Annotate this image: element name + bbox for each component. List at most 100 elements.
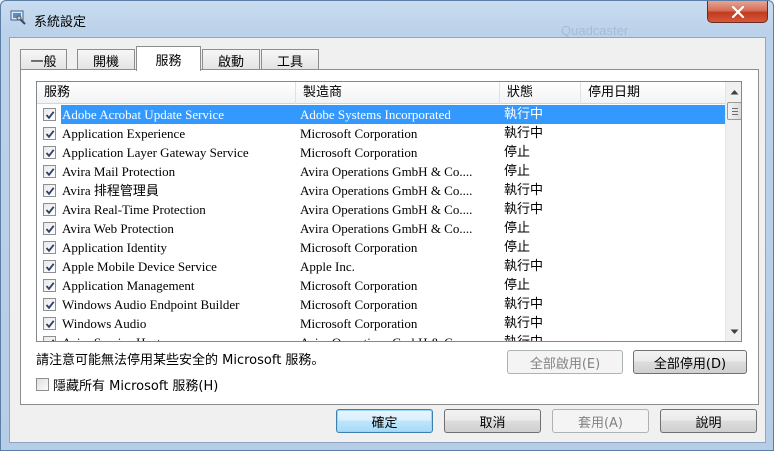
dialog-client-area: 一般 開機 服務 啟動 工具 一般 服務 製造商 狀態 停用日期 Adobe A… — [9, 37, 766, 443]
service-checkbox[interactable] — [43, 127, 56, 140]
table-row[interactable]: Application Management Microsoft Corporat… — [37, 276, 725, 295]
disable-all-button[interactable]: 全部停用(D) — [633, 350, 747, 374]
table-row[interactable]: Avira Mail Protection Avira Operations Gm… — [37, 162, 725, 181]
table-row[interactable]: Avira Web Protection Avira Operations Gmb… — [37, 219, 725, 238]
service-name: Application Experience — [62, 126, 186, 141]
tab-tools[interactable]: 工具 — [261, 49, 319, 70]
checkmark-icon — [45, 224, 54, 233]
service-manufacturer: Microsoft Corporation — [300, 278, 418, 293]
service-status: 執行中 — [504, 202, 544, 217]
table-row[interactable]: Apple Mobile Device Service Apple Inc. 執行中 — [37, 257, 725, 276]
checkmark-icon — [45, 205, 54, 214]
service-manufacturer: Microsoft Corporation — [300, 126, 418, 141]
services-panel: 服務 製造商 狀態 停用日期 Adobe Acrobat Update Serv… — [20, 69, 759, 405]
checkmark-icon — [45, 300, 54, 309]
scroll-down-button[interactable] — [726, 323, 741, 340]
service-checkbox[interactable] — [43, 241, 56, 254]
grip-line — [732, 108, 738, 109]
service-checkbox[interactable] — [43, 279, 56, 292]
window-title: 系統設定 — [34, 15, 87, 30]
vertical-scrollbar[interactable] — [725, 82, 741, 341]
hide-ms-label: 隱藏所有 Microsoft 服務(H) — [53, 379, 219, 394]
table-row[interactable]: Adobe Acrobat Update Service Adobe System… — [37, 105, 725, 124]
service-checkbox[interactable] — [43, 317, 56, 330]
service-name: Avira 排程管理員 — [62, 183, 159, 198]
service-manufacturer: Avira Operations GmbH & Co.... — [300, 221, 473, 236]
service-name: Windows Audio — [62, 316, 147, 331]
service-manufacturer: Adobe Systems Incorporated — [300, 107, 451, 122]
service-manufacturer: Microsoft Corporation — [300, 240, 418, 255]
service-checkbox[interactable] — [43, 146, 56, 159]
ok-button[interactable]: 確定 — [336, 409, 433, 433]
service-status: 停止 — [504, 221, 531, 236]
service-name: Avira Service Host — [61, 333, 297, 341]
checkmark-icon — [45, 186, 54, 195]
enable-all-button[interactable]: 全部啟用(E) — [507, 350, 623, 374]
table-row[interactable]: Avira Service HostAvira Operations GmbH … — [37, 333, 725, 341]
table-row[interactable]: Application Identity Microsoft Corporatio… — [37, 238, 725, 257]
apply-button[interactable]: 套用(A) — [552, 409, 649, 433]
service-checkbox[interactable] — [43, 108, 56, 121]
service-checkbox[interactable] — [43, 260, 56, 273]
column-header-status[interactable]: 狀態 — [500, 82, 581, 104]
table-row[interactable]: Application Layer Gateway Service Microso… — [37, 143, 725, 162]
table-row[interactable]: Windows Audio Endpoint Builder Microsoft … — [37, 295, 725, 314]
table-row[interactable]: Application Experience Microsoft Corporat… — [37, 124, 725, 143]
hide-microsoft-services-checkbox[interactable]: 隱藏所有 Microsoft 服務(H) — [36, 375, 218, 394]
grip-line — [732, 114, 738, 115]
title-bar[interactable]: 系統設定 Quadcaster — [1, 1, 773, 38]
service-checkbox[interactable] — [43, 203, 56, 216]
service-name: Avira Mail Protection — [62, 164, 176, 179]
tab-label: 服務 — [155, 53, 182, 69]
column-header-service[interactable]: 服務 — [37, 82, 296, 104]
grip-line — [732, 111, 738, 112]
tab-label: 開機 — [92, 54, 119, 70]
tab-services[interactable]: 服務 — [136, 46, 201, 71]
service-status: 停止 — [504, 278, 531, 293]
service-name: Application Identity — [62, 240, 168, 255]
table-row[interactable]: Windows Audio Microsoft Corporation 執行中 — [37, 314, 725, 333]
service-manufacturer: Avira Operations GmbH & Co.... — [300, 333, 500, 341]
list-header: 服務 製造商 狀態 停用日期 — [37, 82, 725, 104]
tab-startup[interactable]: 啟動 — [202, 49, 260, 70]
checkmark-icon — [45, 167, 54, 176]
service-checkbox[interactable] — [43, 222, 56, 235]
service-name: Application Management — [62, 278, 195, 293]
table-row[interactable]: Avira 排程管理員 Avira Operations GmbH & Co...… — [37, 181, 725, 200]
checkmark-icon — [50, 338, 54, 341]
cancel-button[interactable]: 取消 — [444, 409, 541, 433]
service-name: Application Layer Gateway Service — [62, 145, 249, 160]
service-status: 執行中 — [504, 107, 544, 122]
service-manufacturer: Microsoft Corporation — [300, 145, 418, 160]
services-list[interactable]: 服務 製造商 狀態 停用日期 Adobe Acrobat Update Serv… — [36, 81, 742, 342]
checkmark-icon — [45, 148, 54, 157]
background-window-text: Quadcaster — [561, 23, 629, 38]
service-checkbox[interactable] — [43, 184, 56, 197]
msconfig-icon — [10, 10, 26, 25]
service-manufacturer: Microsoft Corporation — [300, 316, 418, 331]
service-status: 執行中 — [504, 259, 544, 274]
service-manufacturer: Apple Inc. — [300, 259, 355, 274]
checkmark-icon — [45, 262, 54, 271]
tab-label: 啟動 — [217, 54, 244, 70]
tab-general-frame[interactable]: 一般 — [20, 49, 67, 70]
column-header-manufacturer[interactable]: 製造商 — [296, 82, 500, 104]
help-button[interactable]: 說明 — [660, 409, 757, 433]
scroll-thumb[interactable] — [727, 102, 741, 120]
close-button[interactable] — [707, 1, 768, 23]
tab-boot[interactable]: 開機 — [77, 49, 135, 70]
checkmark-icon — [45, 281, 54, 290]
service-name: Avira Real-Time Protection — [62, 202, 206, 217]
service-checkbox[interactable] — [43, 336, 56, 341]
service-checkbox[interactable] — [43, 298, 56, 311]
system-configuration-window: 系統設定 Quadcaster 一般 開機 服務 啟動 工具 一般 服務 製造商… — [0, 0, 774, 451]
table-row[interactable]: Avira Real-Time Protection Avira Operatio… — [37, 200, 725, 219]
tab-label: 工具 — [276, 54, 303, 70]
scroll-up-button[interactable] — [726, 83, 741, 100]
checkbox-box[interactable] — [36, 378, 49, 391]
service-name: Avira Web Protection — [62, 221, 174, 236]
service-checkbox[interactable] — [43, 165, 56, 178]
service-status: 執行中 — [504, 297, 544, 312]
service-manufacturer: Avira Operations GmbH & Co.... — [300, 183, 473, 198]
column-header-disabled-date[interactable]: 停用日期 — [581, 82, 725, 104]
